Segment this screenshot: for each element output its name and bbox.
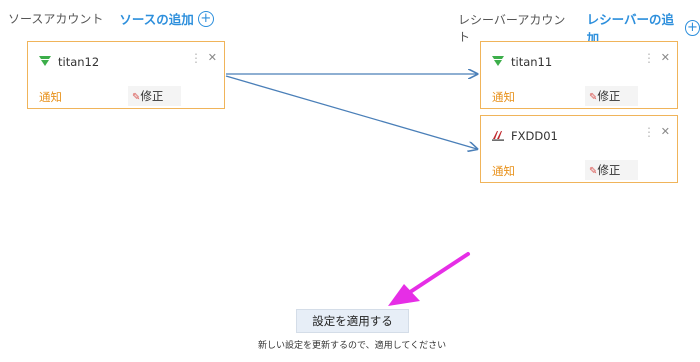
connection-arrow-fxdd01 [225,75,477,149]
notify-link[interactable]: 通知 [492,163,515,179]
edit-button[interactable]: ✎修正 [585,160,639,180]
fxdd-logo-icon [492,131,504,141]
more-menu-icon[interactable]: ⋮ [643,125,655,139]
close-icon[interactable]: ✕ [661,125,670,138]
account-name: titan12 [58,55,100,69]
edit-button[interactable]: ✎修正 [128,86,182,106]
titan-logo-icon [492,56,504,66]
receiver-card-titan11[interactable]: titan11 ⋮ ✕ 通知 ✎修正 [480,41,678,109]
receiver-card-fxdd01[interactable]: FXDD01 ⋮ ✕ 通知 ✎修正 [480,115,678,183]
edit-label: 修正 [597,163,621,177]
close-icon[interactable]: ✕ [661,51,670,64]
edit-button[interactable]: ✎修正 [585,86,639,106]
edit-label: 修正 [140,89,164,103]
titan-logo-icon [39,56,51,66]
edit-label: 修正 [597,89,621,103]
apply-hint-text: 新しい設定を更新するので、適用してください [258,341,447,351]
account-name: FXDD01 [511,129,558,143]
account-name: titan11 [511,55,553,69]
annotation-arrow-icon [388,252,470,306]
source-card-titan12[interactable]: titan12 ⋮ ✕ 通知 ✎修正 [27,41,225,109]
apply-settings-button[interactable]: 設定を適用する [296,309,409,333]
notify-link[interactable]: 通知 [492,89,515,105]
more-menu-icon[interactable]: ⋮ [190,51,202,65]
notify-link[interactable]: 通知 [39,89,62,105]
more-menu-icon[interactable]: ⋮ [643,51,655,65]
close-icon[interactable]: ✕ [208,51,217,64]
